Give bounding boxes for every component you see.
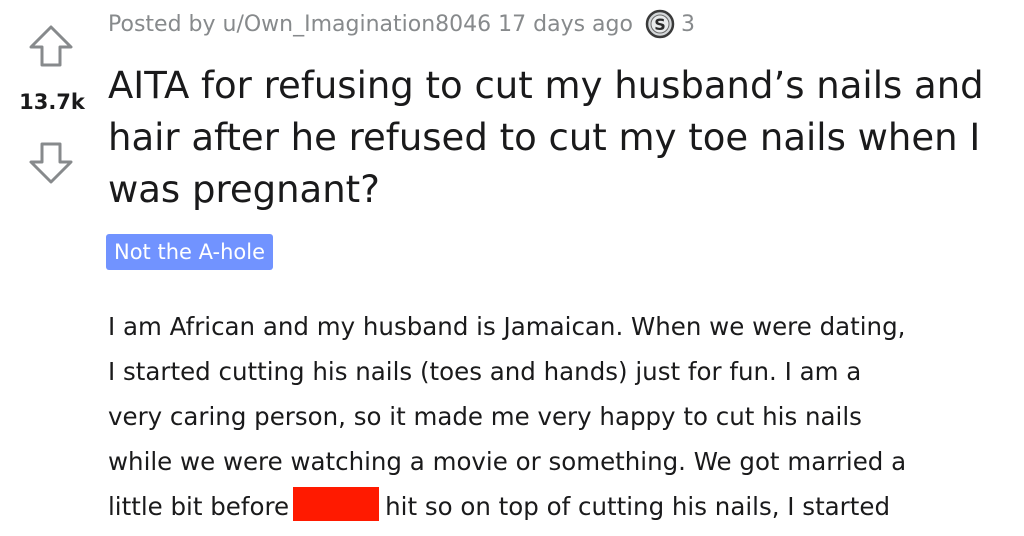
silver-award-icon[interactable]: S	[645, 9, 675, 39]
body-line: I started cutting his nails (toes and ha…	[108, 357, 862, 386]
redaction-box	[293, 487, 380, 521]
post-body: I am African and my husband is Jamaican.…	[108, 304, 1018, 529]
arrow-up-outline-icon	[29, 25, 73, 67]
post-flair[interactable]: Not the A-hole	[106, 234, 273, 270]
award-count: 3	[680, 11, 695, 37]
body-text-before-redaction: little bit before	[108, 492, 290, 521]
arrow-down-outline-icon	[29, 142, 73, 184]
upvote-button[interactable]	[28, 24, 74, 68]
body-line: I am African and my husband is Jamaican.…	[108, 312, 906, 341]
body-line: very caring person, so it made me very h…	[108, 402, 862, 431]
downvote-button[interactable]	[28, 140, 74, 186]
vote-score: 13.7k	[19, 90, 85, 114]
vote-column: 13.7k	[0, 0, 100, 200]
post-title[interactable]: AITA for refusing to cut my husband’s na…	[108, 60, 1018, 216]
svg-text:S: S	[654, 15, 666, 34]
body-line: while we were watching a movie or someth…	[108, 447, 907, 476]
post-meta: Posted by u/Own_Imagination8046 17 days …	[108, 4, 695, 44]
posted-by-text[interactable]: Posted by u/Own_Imagination8046 17 days …	[108, 12, 633, 37]
body-text-after-redaction: hit so on top of cutting his nails, I st…	[385, 492, 890, 521]
body-line-last: little bit before hit so on top of cuttin…	[108, 484, 1018, 529]
reddit-post: 13.7k Posted by u/Own_Imagination8046 17…	[0, 0, 1024, 536]
